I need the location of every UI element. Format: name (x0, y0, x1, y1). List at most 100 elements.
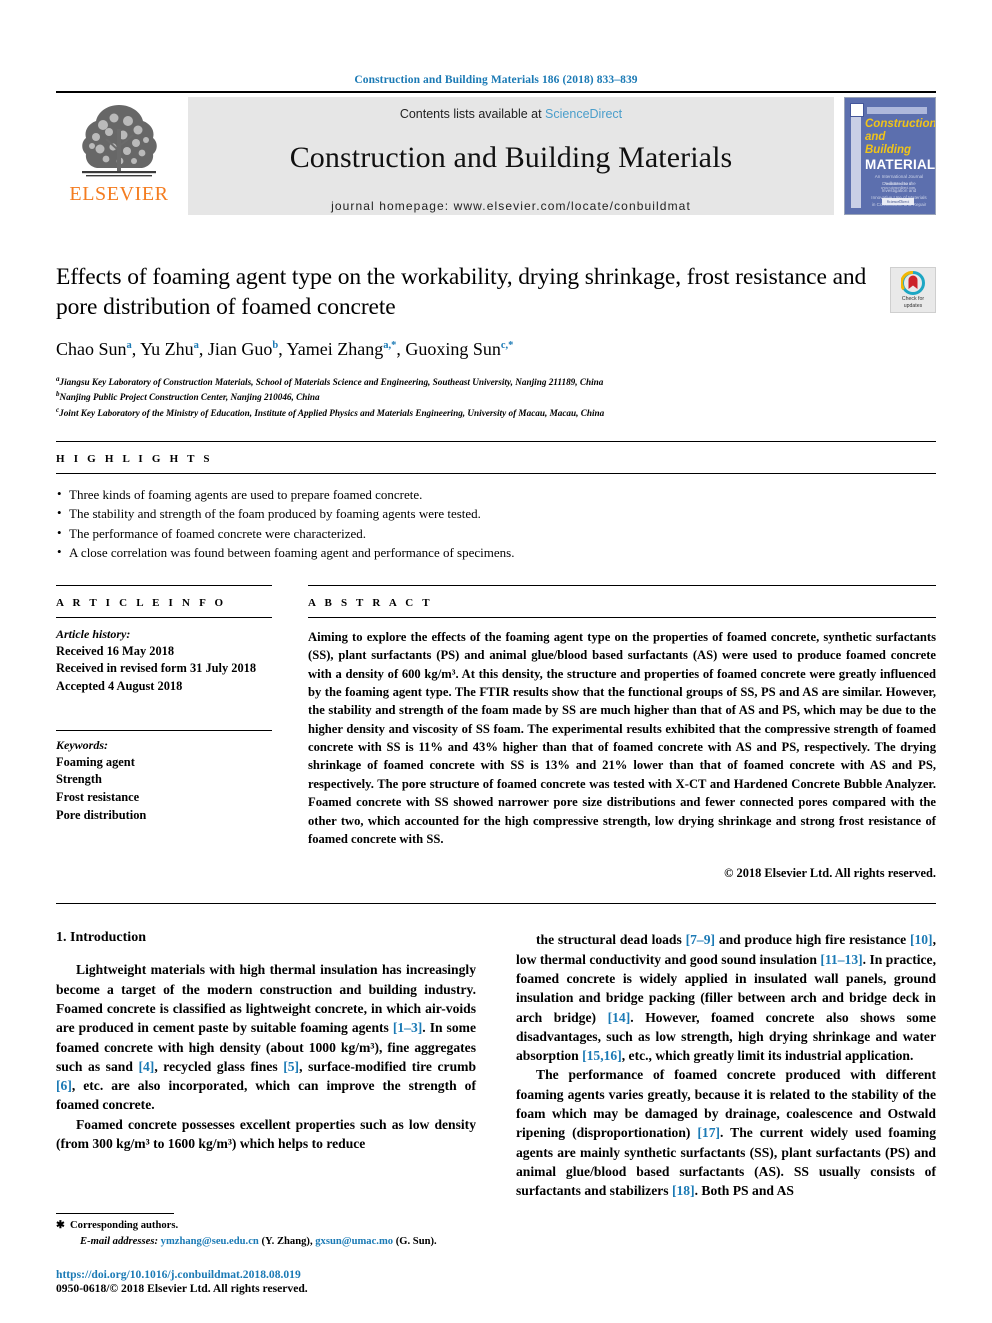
author-list: Chao Suna, Yu Zhua, Jian Guob, Yamei Zha… (56, 339, 514, 360)
author-affiliation-mark: a,* (383, 340, 397, 352)
citation-reference[interactable]: [6] (56, 1078, 72, 1093)
affiliation-mark: b (56, 390, 60, 399)
cover-footer: Available online at www.sciencedirect.co… (871, 182, 925, 208)
contents-available-line: Contents lists available at ScienceDirec… (400, 107, 622, 121)
journal-cover-thumbnail[interactable]: Construction and Building MATERIALS An I… (844, 97, 936, 215)
cover-line-2: and Building (865, 130, 911, 156)
footnote-area: ✱ Corresponding authors. E-mail addresses… (56, 1213, 460, 1295)
asterisk-icon: ✱ (56, 1220, 65, 1232)
citation-reference[interactable]: [15,16] (582, 1048, 622, 1063)
crossmark-line-2: updates (903, 302, 923, 309)
author-name: Jian Guo (207, 339, 273, 360)
journal-masthead: ELSEVIER Contents lists available at Sci… (56, 97, 936, 215)
crossmark-badge[interactable]: Check for updates (890, 267, 936, 313)
email-owner-1: (Y. Zhang) (261, 1235, 310, 1247)
abstract-column: A B S T R A C T Aiming to explore the ef… (308, 584, 936, 882)
highlight-item: The stability and strength of the foam p… (56, 503, 936, 524)
elsevier-logo: ELSEVIER (56, 97, 182, 215)
cover-logo-icon (850, 103, 864, 117)
issn-copyright-line: 0950-0618/© 2018 Elsevier Ltd. All right… (56, 1282, 308, 1295)
author-name: Chao Sun (56, 339, 127, 360)
paper-page: Construction and Building Materials 186 … (0, 0, 992, 1323)
highlights-section: Three kinds of foaming agents are used t… (56, 484, 936, 563)
cover-line-3: MATERIALS (865, 156, 936, 172)
article-info-heading: A R T I C L E I N F O (56, 596, 227, 609)
author-affiliation-mark: c,* (500, 340, 514, 352)
body-columns: 1. Introduction Lightweight materials wi… (56, 930, 936, 1200)
affiliation-line: cJoint Key Laboratory of the Ministry of… (56, 406, 605, 419)
keyword-item: Frost resistance (56, 789, 140, 804)
affiliation-mark: a (56, 374, 60, 383)
affiliation-line: aJiangsu Key Laboratory of Construction … (56, 374, 604, 387)
crossmark-label: Check for updates (902, 296, 924, 309)
body-paragraph: Lightweight materials with high thermal … (56, 962, 477, 1113)
author-name: Guoxing Sun (405, 339, 501, 360)
article-history-line: Received 16 May 2018 (56, 643, 175, 658)
affiliation-line: bNanjing Public Project Construction Cen… (56, 390, 320, 403)
affiliation-list: aJiangsu Key Laboratory of Construction … (56, 374, 936, 421)
affiliation-mark: c (56, 406, 60, 415)
keyword-item: Pore distribution (56, 807, 147, 822)
running-head: Construction and Building Materials 186 … (354, 74, 638, 86)
author-name: Yu Zhu (140, 339, 194, 360)
citation-reference[interactable]: [5] (283, 1059, 299, 1074)
highlights-under-rule (56, 472, 936, 474)
cover-top-bar (867, 107, 927, 114)
doi-block: https://doi.org/10.1016/j.conbuildmat.20… (56, 1268, 460, 1295)
highlight-item: The performance of foamed concrete were … (56, 523, 936, 544)
citation-reference[interactable]: [18] (672, 1183, 695, 1198)
abstract-bottom-rule (56, 903, 936, 905)
contents-prefix: Contents lists available at (399, 107, 546, 121)
abstract-text: Aiming to explore the effects of the foa… (308, 629, 936, 846)
cover-footer-badge: ScienceDirect (881, 198, 915, 205)
footnote-rule (56, 1213, 174, 1215)
body-paragraph: the structural dead loads [7–9] and prod… (516, 932, 937, 1064)
page-title: Effects of foaming agent type on the wor… (56, 264, 867, 320)
email-link-2[interactable]: gxsun@umac.mo (315, 1236, 393, 1247)
highlights-heading: H I G H L I G H T S (56, 452, 213, 465)
keywords-heading: Keywords: (56, 737, 108, 752)
highlight-item: A close correlation was found between fo… (56, 542, 936, 563)
cover-line-1: Construction (865, 118, 936, 130)
info-abstract-row: A R T I C L E I N F O Article history: R… (56, 584, 936, 882)
body-column-left: 1. Introduction Lightweight materials wi… (56, 930, 476, 1200)
author-affiliation-mark: a (193, 340, 199, 352)
abstract-under-rule (308, 616, 936, 618)
citation-reference[interactable]: [17] (697, 1125, 720, 1140)
journal-title: Construction and Building Materials (289, 141, 733, 174)
highlight-item: Three kinds of foaming agents are used t… (56, 484, 936, 505)
article-history-line: Accepted 4 August 2018 (56, 679, 183, 694)
cover-footer-note: Available online at www.sciencedirect.co… (880, 182, 916, 190)
citation-reference[interactable]: [4] (138, 1059, 154, 1074)
email-link-1[interactable]: ymzhang@seu.edu.cn (161, 1236, 259, 1247)
citation-reference[interactable]: [14] (608, 1010, 631, 1025)
citation-reference[interactable]: [10] (910, 932, 933, 947)
article-info-column: A R T I C L E I N F O Article history: R… (56, 584, 308, 882)
email-addresses-note: E-mail addresses: ymzhang@seu.edu.cn (Y.… (80, 1235, 437, 1247)
cover-title-text: Construction and Building MATERIALS (865, 118, 936, 172)
article-info-under-rule (56, 616, 272, 618)
article-history-heading: Article history: (56, 626, 131, 641)
citation-reference[interactable]: [7–9] (686, 932, 715, 947)
citation-reference[interactable]: [1–3] (393, 1020, 422, 1035)
citation-reference[interactable]: [11–13] (820, 952, 862, 967)
crossmark-icon (901, 271, 925, 295)
abstract-top-rule (308, 584, 936, 586)
article-history-block: Article history: Received 16 May 2018 Rec… (56, 626, 272, 696)
highlights-top-rule (56, 440, 936, 442)
corresponding-authors-note: ✱ Corresponding authors. (56, 1218, 460, 1233)
email-label: E-mail addresses: (80, 1235, 158, 1247)
highlights-list: Three kinds of foaming agents are used t… (56, 484, 936, 563)
doi-link[interactable]: https://doi.org/10.1016/j.conbuildmat.20… (56, 1268, 460, 1281)
crossmark-line-1: Check for (901, 296, 925, 302)
keyword-item: Foaming agent (56, 754, 135, 769)
journal-band: Contents lists available at ScienceDirec… (188, 97, 834, 215)
section-heading-introduction: 1. Introduction (56, 930, 146, 946)
article-history-line: Received in revised form 31 July 2018 (56, 661, 257, 676)
journal-homepage-link[interactable]: journal homepage: www.elsevier.com/locat… (331, 199, 691, 213)
body-paragraph: Foamed concrete possesses excellent prop… (56, 1116, 476, 1151)
title-and-authors: Effects of foaming agent type on the wor… (56, 263, 890, 361)
sciencedirect-link[interactable]: ScienceDirect (545, 107, 622, 121)
right-column-paragraphs: the structural dead loads [7–9] and prod… (516, 930, 936, 1200)
